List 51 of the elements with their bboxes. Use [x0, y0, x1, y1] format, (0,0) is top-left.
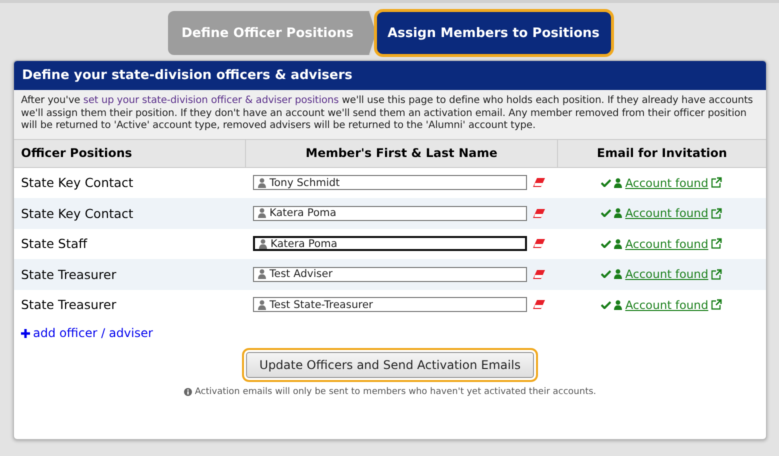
account-link[interactable]: Account found [625, 206, 708, 220]
eraser-icon[interactable] [532, 239, 544, 248]
external-link-icon[interactable] [711, 238, 722, 250]
member-field[interactable]: Test State-Treasurer [252, 297, 526, 312]
person-icon [258, 178, 266, 188]
person-icon [614, 300, 622, 310]
eraser-icon[interactable] [532, 178, 544, 188]
check-icon [601, 270, 612, 278]
account-link[interactable]: Account found [625, 236, 708, 251]
person-icon [258, 208, 266, 218]
position-cell: State Treasurer [14, 259, 246, 290]
member-field[interactable]: Katera Poma [252, 206, 526, 221]
add-officer-link[interactable]: add officer / adviser [14, 320, 160, 346]
person-icon [614, 178, 622, 188]
eraser-icon[interactable] [532, 208, 544, 218]
member-field[interactable]: Katera Poma [252, 236, 526, 252]
info-icon [184, 388, 192, 396]
external-link-icon[interactable] [711, 208, 722, 219]
person-icon [258, 269, 266, 280]
account-link[interactable]: Account found [625, 298, 708, 312]
check-icon [601, 178, 612, 187]
column-header: Email for Invitation [558, 140, 766, 167]
activation-note: Activation emails will only be sent to members who haven't yet activated their accounts. [194, 387, 596, 397]
position-cell: State Staff [14, 228, 246, 259]
person-icon [258, 300, 266, 310]
member-field[interactable]: Test Adviser [252, 266, 526, 282]
check-icon [601, 300, 612, 309]
person-icon [614, 269, 622, 280]
person-icon [258, 238, 266, 249]
step-tab[interactable]: Assign Members to Positions [376, 11, 612, 55]
member-field[interactable]: Tony Schmidt [252, 175, 526, 190]
external-link-icon[interactable] [711, 299, 722, 310]
person-icon [614, 238, 622, 249]
external-link-icon[interactable] [711, 177, 722, 188]
position-cell: State Key Contact [14, 167, 246, 198]
person-icon [614, 208, 622, 218]
eraser-icon[interactable] [532, 270, 544, 279]
column-header: Member's First & Last Name [246, 140, 558, 167]
check-icon [601, 209, 612, 218]
column-header: Officer Positions [14, 140, 246, 167]
eraser-icon[interactable] [532, 300, 544, 310]
account-link[interactable]: Account found [625, 176, 708, 190]
account-link[interactable]: Account found [625, 267, 708, 282]
check-icon [601, 240, 612, 248]
card-title: Define your state-division officers & advisers [14, 61, 766, 90]
position-cell: State Treasurer [14, 290, 246, 320]
position-cell: State Key Contact [14, 198, 246, 228]
positions-link[interactable]: set up your state-division officer & adviser positions [83, 95, 339, 106]
external-link-icon[interactable] [711, 268, 722, 280]
intro-paragraph: After you've set up your state-division officer & adviser positions we'll use this page to define who holds each position. If they already have accounts we'll assign them their position. If they don't have an account we'll send them an activation email. Any member removed from their officer position will be returned to 'Active' account type, removed advisers will be returned to the 'Alumni' account type. [14, 90, 766, 140]
plus-icon [21, 328, 30, 338]
